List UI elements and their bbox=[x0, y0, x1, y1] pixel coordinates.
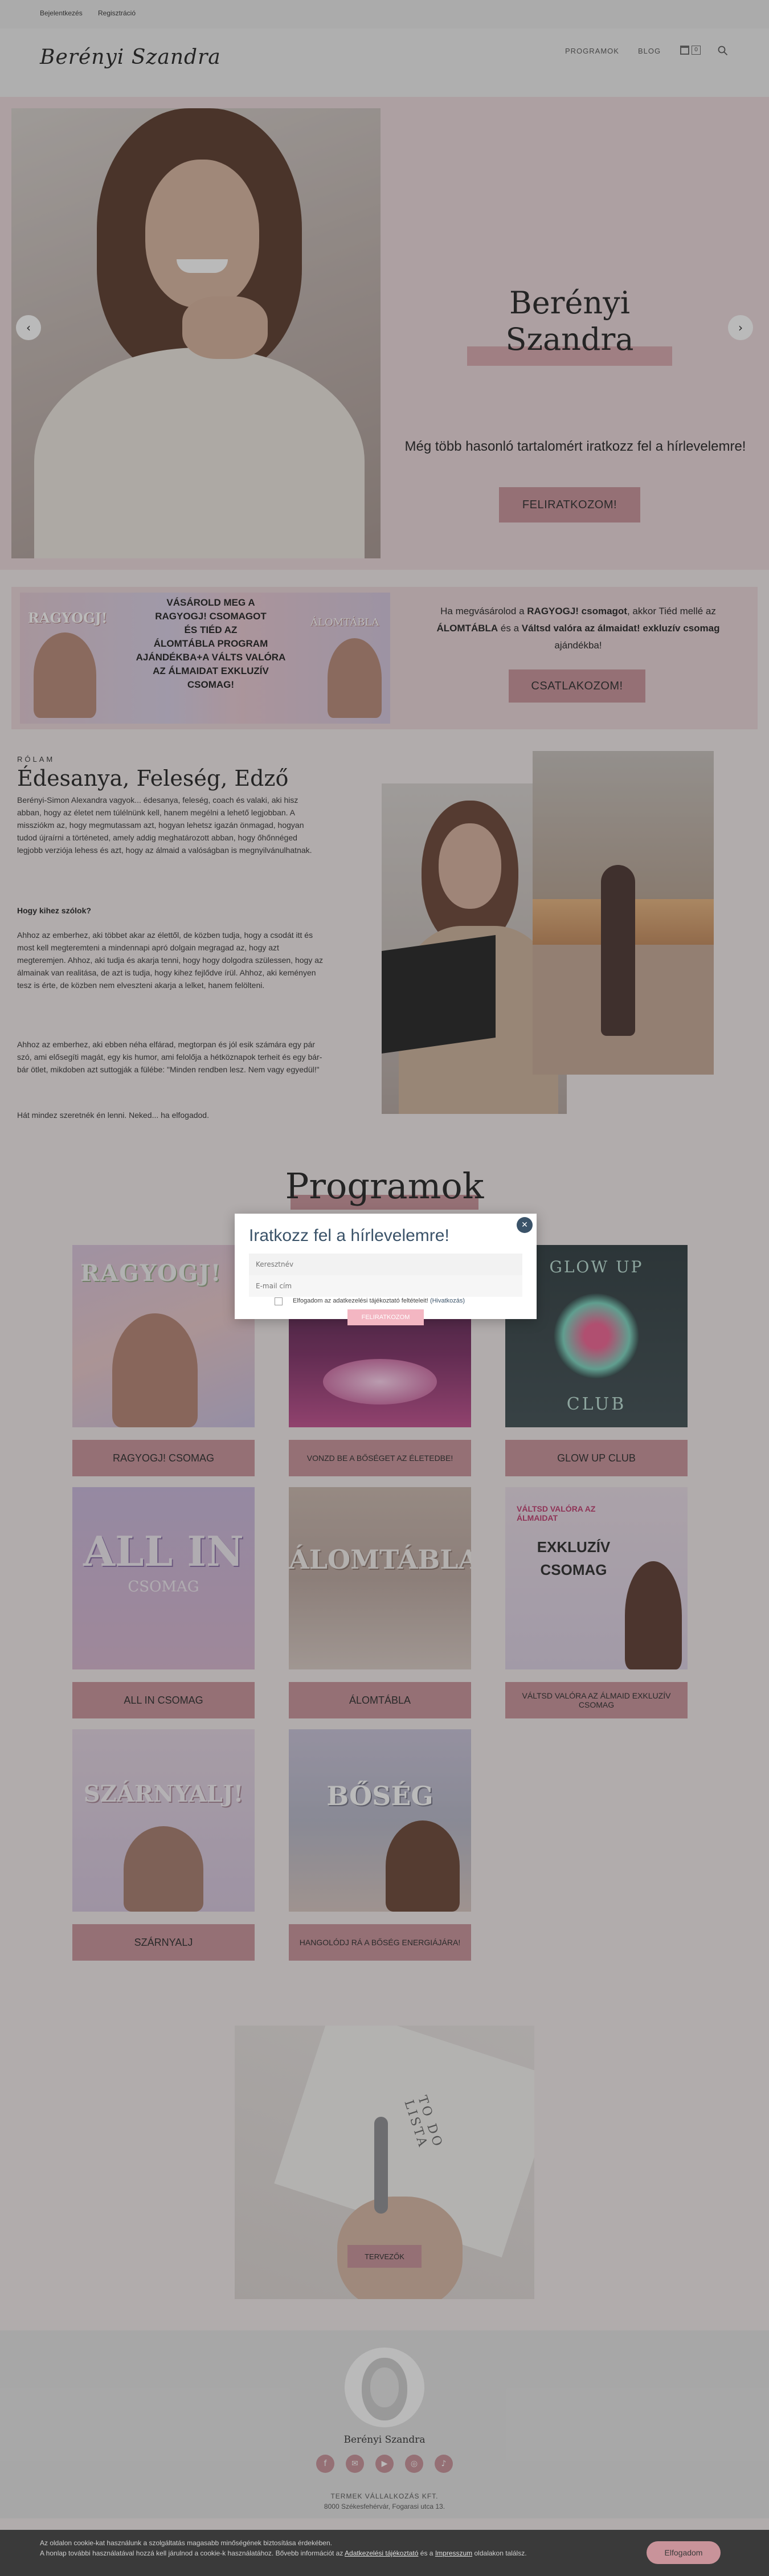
consent-link[interactable]: (Hivatkozás) bbox=[430, 1297, 465, 1304]
close-icon: ✕ bbox=[521, 1220, 528, 1230]
cookie-text-line-1: Az oldalon cookie-kat használunk a szolg… bbox=[40, 2539, 332, 2547]
cookie-consent-bar: Az oldalon cookie-kat használunk a szolg… bbox=[0, 2530, 769, 2576]
modal-title: Iratkozz fel a hírlevelemre! bbox=[249, 1226, 449, 1245]
consent-text: Elfogadom az adatkezelési tájékoztató fe… bbox=[293, 1297, 428, 1304]
cookie-text: Az oldalon cookie-kat használunk a szolg… bbox=[40, 2538, 610, 2558]
cookie-text-line-2: A honlap további használatával hozzá kel… bbox=[40, 2548, 610, 2558]
consent-checkbox[interactable] bbox=[275, 1297, 283, 1305]
cookie-text-part: oldalakon találsz. bbox=[474, 2549, 527, 2557]
email-input[interactable] bbox=[249, 1275, 522, 1297]
cookie-accept-button[interactable]: Elfogadom bbox=[647, 2541, 721, 2564]
cookie-text-part: és a bbox=[420, 2549, 433, 2557]
privacy-policy-link[interactable]: Adatkezelési tájékoztató bbox=[345, 2549, 418, 2557]
imprint-link[interactable]: Impresszum bbox=[435, 2549, 472, 2557]
consent-label: Elfogadom az adatkezelési tájékoztató fe… bbox=[293, 1297, 465, 1304]
modal-subscribe-button[interactable]: FELIRATKOZOM bbox=[347, 1309, 424, 1325]
cookie-text-part: A honlap további használatával hozzá kel… bbox=[40, 2549, 343, 2557]
first-name-input[interactable] bbox=[249, 1254, 522, 1275]
modal-close-button[interactable]: ✕ bbox=[517, 1217, 533, 1233]
newsletter-modal: ✕ Iratkozz fel a hírlevelemre! Elfogadom… bbox=[235, 1214, 537, 1325]
